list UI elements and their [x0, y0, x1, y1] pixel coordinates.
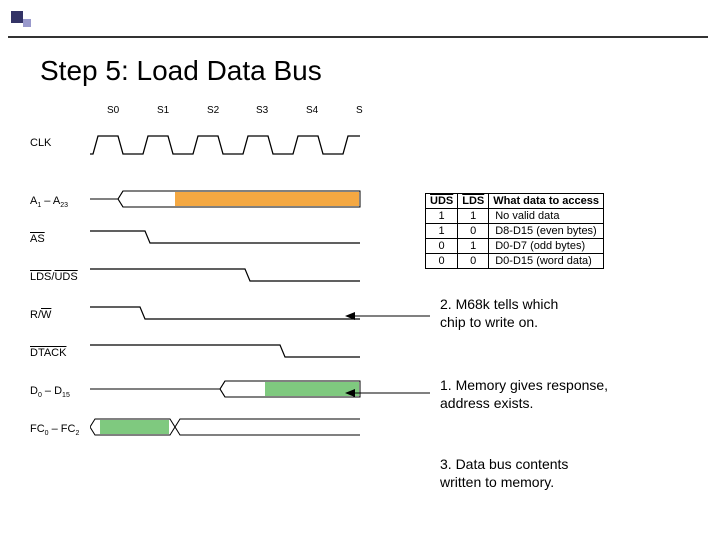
dtack-waveform	[90, 341, 370, 361]
page-title: Step 5: Load Data Bus	[40, 55, 322, 87]
signal-rw: R/W	[30, 303, 380, 331]
signal-fc: FC0 – FC2	[30, 417, 380, 445]
arrow-1	[345, 387, 435, 399]
note-1: 1. Memory gives response,address exists.	[440, 376, 608, 412]
ldsuds-waveform	[90, 265, 370, 285]
rw-waveform	[90, 303, 370, 323]
fc-waveform	[90, 417, 370, 437]
data-waveform	[90, 379, 370, 399]
signal-data: D0 – D15	[30, 379, 380, 407]
signal-dtack: DTACK	[30, 341, 380, 369]
corner-decoration	[8, 8, 58, 38]
note-2: 2. M68k tells whichchip to write on.	[440, 295, 558, 331]
clk-waveform	[90, 131, 370, 159]
signal-lds-uds: LDS/UDS	[30, 265, 380, 293]
signal-as: AS	[30, 227, 380, 255]
state-labels: S0 S1 S2 S3 S4 S	[30, 105, 380, 125]
addr-waveform	[90, 189, 370, 209]
as-waveform	[90, 227, 370, 247]
uds-lds-table: UDS LDS What data to access 11No valid d…	[425, 193, 604, 269]
timing-diagram: S0 S1 S2 S3 S4 S CLK A1 – A23 AS LDS/UDS	[30, 105, 380, 445]
arrow-2	[345, 310, 435, 322]
signal-addr: A1 – A23	[30, 189, 380, 217]
signal-clk: CLK	[30, 131, 380, 159]
note-3: 3. Data bus contentswritten to memory.	[440, 455, 568, 491]
